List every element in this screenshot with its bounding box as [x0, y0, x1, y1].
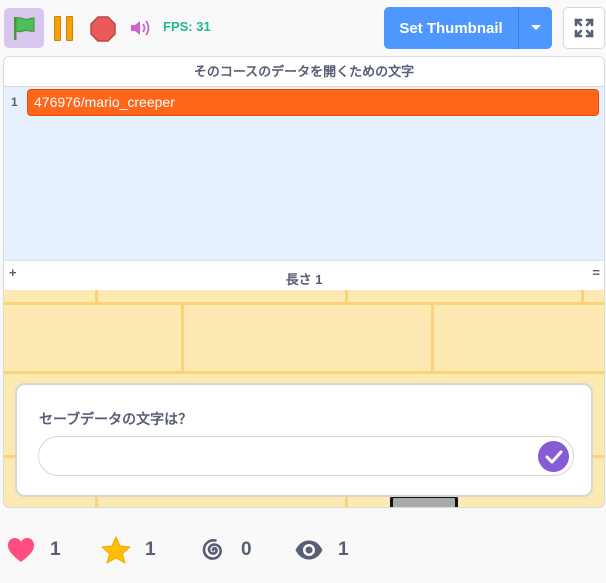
list-footer: + 長さ 1 = — [4, 260, 604, 290]
love-count: 1 — [50, 539, 61, 560]
list-monitor: そのコースのデータを開くための文字 1 476976/mario_creeper… — [4, 57, 604, 290]
eye-icon — [295, 540, 323, 560]
chevron-down-icon — [530, 25, 541, 30]
thumbnail-dropdown-button[interactable] — [519, 7, 552, 49]
stop-button[interactable] — [88, 14, 118, 44]
project-stats-bar: 1 1 0 1 — [0, 520, 606, 580]
heart-icon — [8, 538, 34, 562]
remix-stat[interactable]: 0 — [199, 535, 252, 565]
remix-count: 0 — [241, 539, 252, 560]
sound-icon[interactable] — [128, 18, 154, 38]
set-thumbnail-label: Set Thumbnail — [399, 19, 503, 37]
pause-icon-right — [65, 15, 73, 41]
brick-line — [95, 290, 98, 302]
set-thumbnail-button[interactable]: Set Thumbnail — [384, 7, 552, 49]
fullscreen-icon — [574, 18, 594, 38]
view-stat: 1 — [294, 535, 349, 565]
brick-line — [4, 371, 604, 374]
brick-line — [345, 290, 348, 302]
fps-counter: FPS: 31 — [163, 19, 211, 34]
fullscreen-button[interactable] — [563, 7, 605, 49]
ask-prompt-box: セーブデータの文字は？ — [15, 383, 593, 497]
brick-line — [431, 302, 434, 372]
green-flag-icon — [14, 16, 35, 40]
remix-spiral-icon — [202, 539, 222, 560]
brick-line — [4, 302, 604, 305]
love-stat[interactable]: 1 — [6, 535, 61, 565]
star-icon — [101, 536, 131, 564]
project-stage[interactable]: そのコースのデータを開くための文字 1 476976/mario_creeper… — [3, 56, 605, 508]
favorite-count: 1 — [145, 539, 156, 560]
list-resize-handle[interactable]: = — [592, 265, 600, 280]
ask-submit-button[interactable] — [538, 441, 569, 472]
list-length-label: 長さ 1 — [285, 272, 323, 287]
ask-answer-input[interactable] — [51, 437, 531, 475]
brick-line — [581, 290, 584, 302]
player-controls-bar: FPS: 31 Set Thumbnail — [0, 0, 606, 56]
list-title: そのコースのデータを開くための文字 — [4, 57, 604, 87]
checkmark-icon — [545, 450, 562, 463]
list-item-index: 1 — [11, 95, 18, 109]
list-item[interactable]: 476976/mario_creeper — [27, 89, 599, 116]
pause-icon-left — [53, 15, 61, 41]
ask-input-field[interactable] — [38, 436, 574, 476]
favorite-stat[interactable]: 1 — [101, 535, 156, 565]
pause-button[interactable] — [48, 14, 78, 42]
ask-question-label: セーブデータの文字は？ — [39, 411, 193, 427]
stop-icon — [90, 16, 116, 42]
view-count: 1 — [338, 539, 349, 560]
green-flag-button[interactable] — [4, 8, 44, 48]
brick-line — [181, 302, 184, 372]
